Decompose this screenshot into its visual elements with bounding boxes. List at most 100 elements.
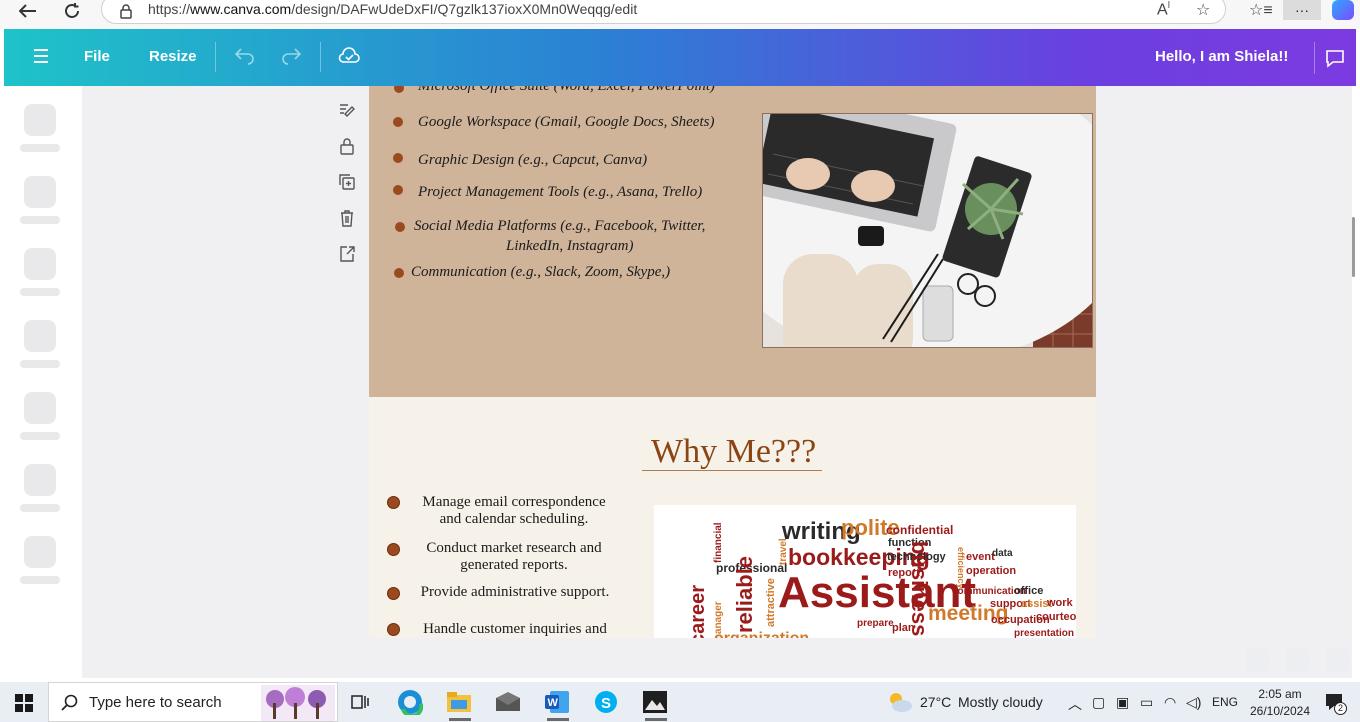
skill-item-continued[interactable]: LinkedIn, Instagram) (506, 238, 634, 255)
cloud-word: attractive (765, 578, 777, 627)
search-placeholder: Type here to search (89, 694, 222, 711)
skeleton-icon (24, 320, 56, 352)
back-button[interactable] (13, 0, 43, 22)
why-item[interactable]: Manage email correspondence and calendar… (409, 494, 619, 528)
resize-button[interactable]: Resize (149, 48, 197, 65)
url-scheme: https:// (148, 1, 191, 17)
skeleton-icon (24, 248, 56, 280)
language-indicator[interactable]: ENG (1212, 695, 1238, 709)
laptop-desk-photo[interactable] (762, 113, 1093, 348)
lock-page-icon[interactable] (337, 136, 357, 156)
svg-text:W: W (548, 697, 559, 709)
menu-icon[interactable] (34, 49, 48, 67)
comment-button[interactable] (1314, 42, 1354, 74)
cloud-word: financial (713, 522, 724, 563)
active-app-indicator (645, 718, 667, 721)
clock-date: 26/10/2024 (1249, 704, 1311, 718)
display-icon[interactable]: ▣ (1116, 694, 1129, 711)
url-text[interactable]: https://www.canva.com/design/DAFwUdeDxFI… (148, 1, 637, 17)
temperature-text[interactable]: 27°C (920, 694, 951, 710)
side-panel-loading (4, 86, 82, 678)
skeleton-label (20, 432, 60, 440)
wifi-icon[interactable]: ◠ (1164, 694, 1176, 711)
fullscreen-control[interactable] (1326, 648, 1350, 672)
header-divider (215, 42, 216, 72)
skill-item[interactable]: Communication (e.g., Slack, Zoom, Skype,… (411, 264, 670, 281)
clock-time: 2:05 am (1258, 687, 1302, 701)
more-options-button[interactable]: ··· (1283, 0, 1321, 20)
why-me-heading[interactable]: Why Me??? (651, 433, 816, 471)
editor-header: File Resize Hello, I am Shiela!! (4, 29, 1356, 86)
bullet (387, 623, 400, 636)
bullet (393, 117, 403, 127)
edge-browser-icon[interactable] (395, 688, 425, 716)
undo-icon[interactable] (234, 45, 256, 65)
photos-icon[interactable] (640, 688, 670, 716)
cloud-word: reliable (732, 555, 757, 633)
cloud-saved-icon[interactable] (338, 45, 360, 65)
delete-page-icon[interactable] (337, 208, 357, 228)
add-page-icon[interactable] (337, 244, 357, 264)
skill-item[interactable]: Microsoft Office Suite (Word, Excel, Pow… (418, 86, 715, 95)
skeleton-icon (24, 176, 56, 208)
svg-text:S: S (601, 695, 611, 712)
taskbar-search-box[interactable]: Type here to search (48, 682, 338, 722)
why-item[interactable]: Provide administrative support. (405, 584, 625, 601)
page-view-control[interactable] (1286, 648, 1310, 672)
windows-start-icon[interactable] (15, 694, 33, 712)
skype-icon[interactable]: S (591, 688, 621, 716)
file-explorer-icon[interactable] (444, 688, 474, 716)
vertical-scrollbar[interactable] (1352, 217, 1355, 277)
skeleton-icon (24, 104, 56, 136)
skill-item[interactable]: Graphic Design (e.g., Capcut, Canva) (418, 152, 647, 169)
design-title[interactable]: Hello, I am Shiela!! (1155, 48, 1288, 65)
copilot-icon[interactable] (1332, 0, 1354, 20)
duplicate-page-icon[interactable] (337, 172, 357, 192)
clock[interactable]: 2:05 am 26/10/2024 (1248, 686, 1312, 720)
notes-icon[interactable] (337, 100, 357, 120)
skill-item[interactable]: Social Media Platforms (e.g., Facebook, … (414, 218, 705, 235)
weather-text[interactable]: Mostly cloudy (958, 694, 1043, 710)
skeleton-icon (24, 536, 56, 568)
skills-section[interactable]: Microsoft Office Suite (Word, Excel, Pow… (369, 86, 1096, 397)
why-item[interactable]: Conduct market research and generated re… (409, 540, 619, 574)
assistant-word-cloud[interactable]: writing polite confidential function boo… (654, 505, 1076, 638)
search-icon (61, 694, 78, 711)
skill-item[interactable]: Google Workspace (Gmail, Google Docs, Sh… (418, 114, 714, 131)
favorite-star-icon[interactable]: ☆ (1196, 0, 1210, 20)
notification-badge: 2 (1334, 702, 1347, 715)
active-app-indicator (547, 718, 569, 721)
read-aloud-icon[interactable]: Aⅼ (1157, 0, 1170, 19)
redo-icon[interactable] (280, 45, 302, 65)
bullet (393, 153, 403, 163)
weather-cloudy-icon[interactable] (886, 691, 914, 713)
cloud-word: presentation (1014, 628, 1075, 639)
task-view-icon[interactable] (345, 688, 375, 716)
cloud-word: office (1014, 585, 1044, 597)
skill-item[interactable]: Project Management Tools (e.g., Asana, T… (418, 184, 702, 201)
cloud-word: confidential (886, 523, 954, 537)
why-item-line: Provide administrative support. (420, 584, 610, 600)
zoom-control[interactable] (1246, 648, 1270, 672)
mail-icon[interactable] (493, 688, 523, 716)
skeleton-label (20, 576, 60, 584)
refresh-button[interactable] (57, 0, 87, 22)
meet-now-icon[interactable]: ▢ (1092, 694, 1105, 711)
volume-icon[interactable]: ◁) (1186, 694, 1201, 711)
file-menu-button[interactable]: File (84, 48, 110, 65)
skeleton-icon (24, 464, 56, 496)
battery-icon[interactable]: ▭ (1140, 694, 1153, 711)
word-icon[interactable]: W (542, 688, 572, 716)
chevron-up-icon[interactable]: ︿ (1068, 694, 1082, 714)
skeleton-label (20, 360, 60, 368)
favorites-icon[interactable]: ☆≡ (1249, 0, 1273, 20)
why-item[interactable]: Handle customer inquiries and (409, 621, 621, 638)
why-item-line: and calendar scheduling. (439, 511, 589, 527)
bullet (387, 496, 400, 509)
design-page[interactable]: Microsoft Office Suite (Word, Excel, Pow… (369, 86, 1096, 638)
cloud-word: career (687, 584, 709, 638)
cloud-word: plan (892, 622, 915, 634)
url-host: www.canva.com (190, 1, 292, 17)
url-path: /design/DAFwUdeDxFI/Q7gzlk137ioxX0Mn0Weq… (291, 1, 638, 17)
why-item-line: generated reports. (460, 557, 568, 573)
